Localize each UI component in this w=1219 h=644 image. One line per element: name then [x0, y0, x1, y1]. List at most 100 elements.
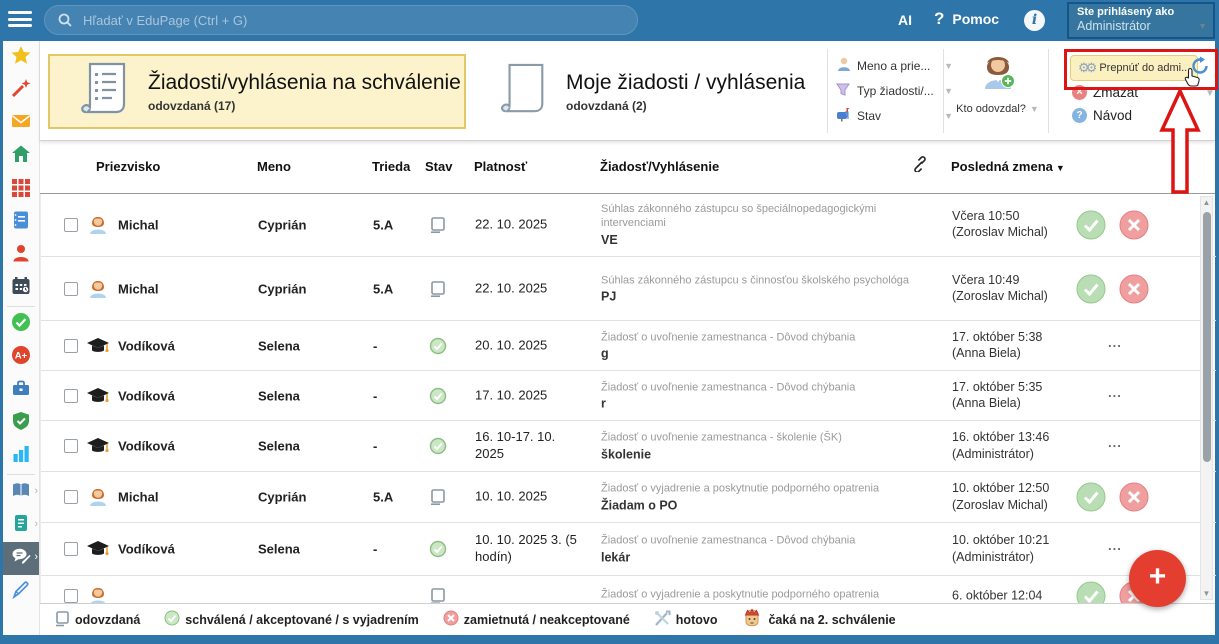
row-checkbox[interactable]: [64, 490, 78, 504]
request-cell[interactable]: Žiadosť o uvoľnenie zamestnanca - Dôvod …: [601, 534, 931, 565]
reject-button[interactable]: [1119, 482, 1149, 517]
status-icon: [429, 488, 447, 506]
class-cell: -: [373, 388, 377, 403]
filter-panel: Meno a prie... Typ žiadosti/... Stav: [835, 53, 953, 128]
question-circle-icon: [1072, 108, 1087, 123]
sidebar-item-favorites[interactable]: [3, 41, 39, 74]
info-icon[interactable]: i: [1024, 10, 1045, 31]
scroll-up-icon[interactable]: [1201, 198, 1212, 207]
table-row[interactable]: Michal Cyprián 5.A 22. 10. 2025 Súhlas z…: [41, 257, 1216, 321]
tab-subtitle: odovzdaná (2): [566, 99, 805, 113]
approve-button[interactable]: [1076, 482, 1106, 517]
col-class[interactable]: Trieda: [372, 159, 410, 174]
hamburger-menu-icon[interactable]: [8, 11, 32, 29]
request-cell[interactable]: Žiadosť o vyjadrenie a poskytnutie podpo…: [601, 482, 931, 513]
filter-name[interactable]: Meno a prie...: [835, 53, 953, 78]
status-icon: [429, 280, 447, 298]
table-row[interactable]: Žiadosť o vyjadrenie a poskytnutie podpo…: [41, 576, 1216, 603]
guide-button[interactable]: Návod: [1072, 108, 1132, 123]
col-status[interactable]: Stav: [425, 159, 452, 174]
row-checkbox[interactable]: [64, 439, 78, 453]
sidebar-item-calendar[interactable]: [3, 272, 39, 305]
request-cell[interactable]: Žiadosť o uvoľnenie zamestnanca - Dôvod …: [601, 330, 931, 361]
global-search[interactable]: [44, 5, 638, 35]
request-cell[interactable]: Súhlas zákonného zástupcu s činnosťou šk…: [601, 273, 931, 304]
tab-title: Moje žiadosti / vyhlásenia: [566, 71, 805, 95]
sidebar-item-admin[interactable]: [3, 407, 39, 440]
search-input[interactable]: [81, 12, 605, 29]
delete-button[interactable]: Zmazať: [1072, 85, 1139, 100]
reject-button[interactable]: [1119, 274, 1149, 309]
legend-waiting: čaká na 2. schválenie: [741, 606, 895, 633]
help-button[interactable]: ? Pomoc: [934, 11, 999, 27]
add-request-fab[interactable]: +: [1129, 550, 1186, 607]
request-cell[interactable]: Žiadosť o vyjadrenie a poskytnutie podpo…: [601, 588, 931, 603]
table-header: Priezvisko Meno Trieda Stav Platnosť Žia…: [40, 140, 1215, 194]
sidebar-item-attendance[interactable]: [3, 308, 39, 341]
row-checkbox[interactable]: [64, 339, 78, 353]
request-cell[interactable]: Súhlas zákonného zástupcu so špeciálnope…: [601, 202, 931, 248]
row-checkbox[interactable]: [64, 589, 78, 603]
col-surname[interactable]: Priezvisko: [96, 159, 160, 174]
scroll-down-icon[interactable]: [1201, 589, 1212, 598]
sidebar-item-grades[interactable]: A+: [3, 341, 39, 374]
logged-in-user-menu[interactable]: Ste prihlásený ako Administrátor ▼: [1067, 2, 1215, 39]
divider: [943, 49, 944, 133]
filter-who-submitted[interactable]: Kto odovzdal?: [955, 51, 1040, 115]
sidebar-item-wizard[interactable]: [3, 74, 39, 107]
table-row[interactable]: Vodíková Selena - 10. 10. 2025 3. (5 hod…: [41, 523, 1216, 576]
sidebar-item-messages[interactable]: [3, 107, 39, 140]
class-cell: -: [373, 338, 377, 353]
col-last-change[interactable]: Posledná zmena: [951, 159, 1065, 174]
tab-requests-to-approve[interactable]: Žiadosti/vyhlásenia na schválenie odovzd…: [48, 54, 466, 129]
legend-done: hotovo: [654, 610, 718, 630]
chevron-down-icon: [1205, 88, 1215, 99]
sidebar-item-statistics[interactable]: [3, 440, 39, 473]
approve-button[interactable]: [1076, 274, 1106, 309]
table-row[interactable]: Vodíková Selena - 20. 10. 2025 Žiadosť o…: [41, 321, 1216, 371]
more-actions-button[interactable]: ...: [1108, 335, 1122, 350]
scrollbar-thumb[interactable]: [1203, 212, 1211, 462]
sidebar-item-editor[interactable]: [3, 575, 39, 608]
table-row[interactable]: Michal Cyprián 5.A 22. 10. 2025 Súhlas z…: [41, 193, 1216, 257]
row-checkbox[interactable]: [64, 282, 78, 296]
refresh-icon[interactable]: [1190, 56, 1210, 81]
more-actions-button[interactable]: ...: [1108, 435, 1122, 450]
question-icon: ?: [934, 11, 944, 27]
search-icon: [57, 12, 73, 33]
row-checkbox[interactable]: [64, 218, 78, 232]
chevron-right-icon: [34, 518, 38, 530]
sidebar-item-classbook[interactable]: [3, 206, 39, 239]
vertical-scrollbar[interactable]: [1200, 196, 1213, 600]
row-checkbox[interactable]: [64, 542, 78, 556]
table-row[interactable]: Michal Cyprián 5.A 10. 10. 2025 Žiadosť …: [41, 472, 1216, 523]
status-icon: [429, 387, 447, 405]
filter-type[interactable]: Typ žiadosti/...: [835, 78, 953, 103]
sidebar-item-reports[interactable]: [3, 509, 39, 542]
more-actions-button[interactable]: ...: [1108, 538, 1122, 553]
approve-button[interactable]: [1076, 581, 1106, 603]
table-row[interactable]: Vodíková Selena - 17. 10. 2025 Žiadosť o…: [41, 371, 1216, 421]
sidebar-item-timetable[interactable]: [3, 173, 39, 206]
filter-status[interactable]: Stav: [835, 103, 953, 128]
switch-to-admin-button[interactable]: ⚙⚙ Prepnúť do admi...: [1070, 55, 1198, 81]
sidebar-item-requests-active[interactable]: [3, 542, 39, 575]
row-checkbox[interactable]: [64, 389, 78, 403]
sidebar-item-library[interactable]: [3, 476, 39, 509]
more-actions-button[interactable]: ...: [1108, 385, 1122, 400]
request-cell[interactable]: Žiadosť o uvoľnenie zamestnanca - školen…: [601, 431, 931, 462]
col-request[interactable]: Žiadosť/Vyhlásenie: [600, 159, 719, 174]
table-row[interactable]: Vodíková Selena - 16. 10-17. 10. 2025 Ži…: [41, 421, 1216, 472]
sidebar-item-agenda[interactable]: [3, 374, 39, 407]
sidebar-item-home[interactable]: [3, 140, 39, 173]
person-type-icon: [86, 334, 110, 358]
col-name[interactable]: Meno: [257, 159, 291, 174]
link-icon: [912, 156, 928, 175]
approve-button[interactable]: [1076, 210, 1106, 245]
ai-button[interactable]: AI: [898, 12, 912, 28]
sidebar-item-substitution[interactable]: [3, 239, 39, 272]
col-validity[interactable]: Platnosť: [474, 159, 527, 174]
reject-button[interactable]: [1119, 210, 1149, 245]
tab-my-requests[interactable]: Moje žiadosti / vyhlásenia odovzdaná (2): [480, 54, 828, 129]
request-cell[interactable]: Žiadosť o uvoľnenie zamestnanca - Dôvod …: [601, 380, 931, 411]
